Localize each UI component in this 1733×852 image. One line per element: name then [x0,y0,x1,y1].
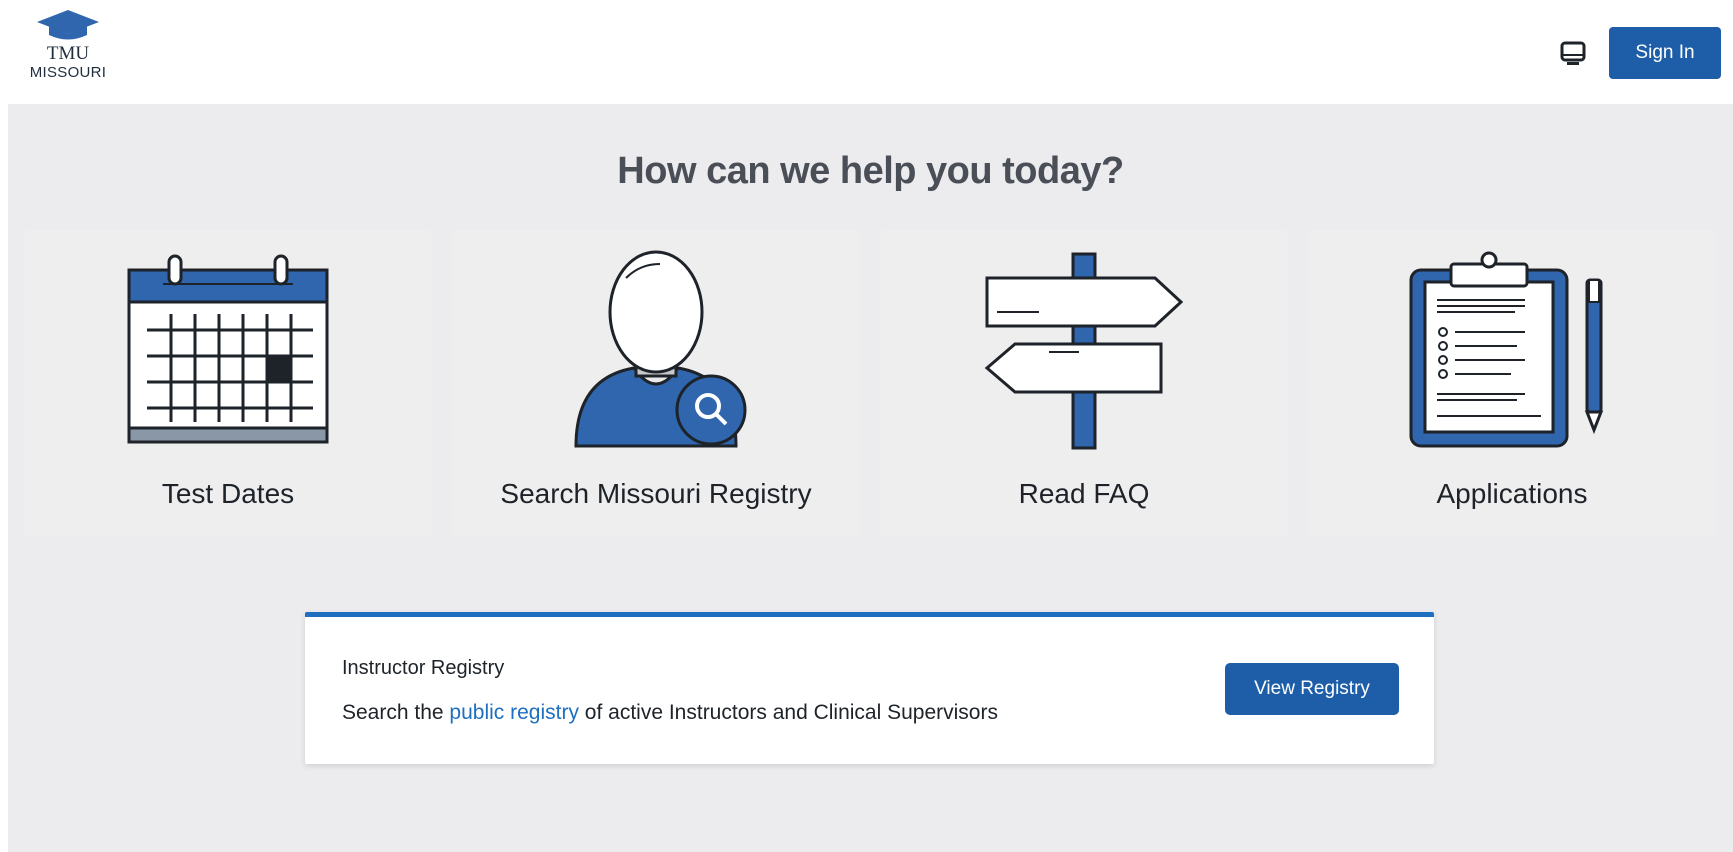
card-applications[interactable]: Applications [1308,230,1716,536]
person-search-icon [574,250,747,448]
clipboard-icon [1409,251,1604,448]
sign-in-button[interactable]: Sign In [1609,27,1721,79]
card-label: Test Dates [161,478,295,509]
card-label: Applications [1436,478,1588,509]
registry-desc-before: Search the [342,701,450,724]
main-content: How can we help you today? Test Dates Se… [8,104,1733,852]
graduation-cap-icon [37,10,99,40]
calendar-icon [127,254,329,444]
card-read-faq[interactable]: Read FAQ [880,230,1288,536]
card-search-registry[interactable]: Search Missouri Registry [452,230,860,536]
logo-text-tmu: TMU [46,43,90,64]
instructor-registry-panel: Instructor Registry Search the public re… [305,612,1434,764]
logo[interactable]: TMU MISSOURI [20,8,116,94]
page-headline: How can we help you today? [617,150,1124,192]
card-label: Search Missouri Registry [500,478,812,509]
card-label: Read FAQ [1018,478,1150,509]
public-registry-link[interactable]: public registry [449,701,579,724]
registry-desc-after: of active Instructors and Clinical Super… [578,701,998,724]
card-test-dates[interactable]: Test Dates [24,230,432,536]
registry-description: Search the public registry of active Ins… [342,701,998,725]
registry-title: Instructor Registry [342,657,505,679]
monitor-icon[interactable] [1557,38,1589,70]
view-registry-button[interactable]: View Registry [1225,663,1399,715]
signpost-icon [984,252,1184,450]
header: TMU MISSOURI Sign In [0,0,1733,104]
logo-text-missouri: MISSOURI [29,64,107,81]
